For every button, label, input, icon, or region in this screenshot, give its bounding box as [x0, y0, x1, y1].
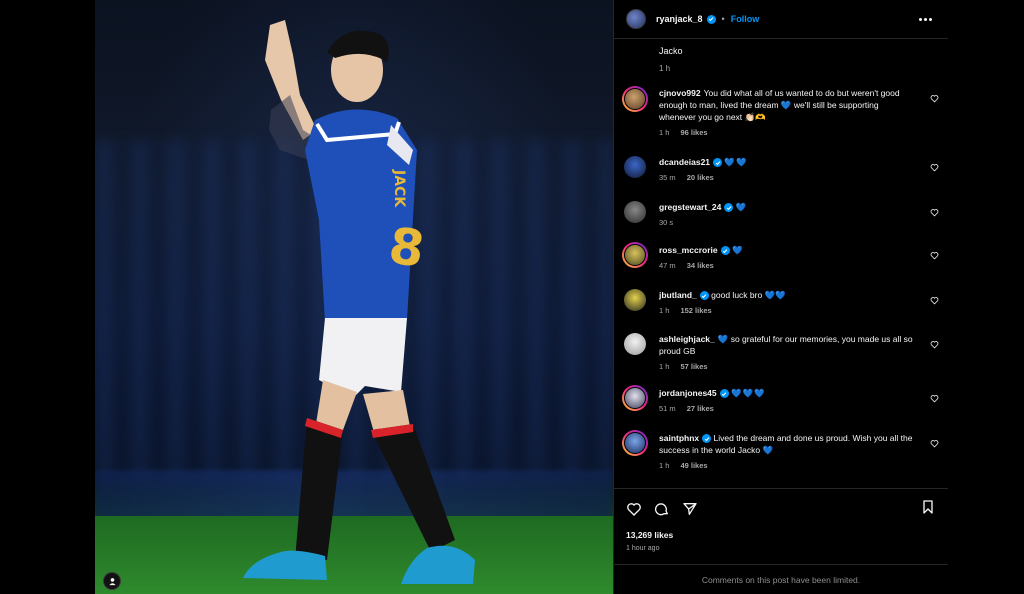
caption-time: 1 h: [659, 64, 671, 73]
heart-icon[interactable]: [930, 163, 939, 172]
post-caption: Jacko 1 h: [659, 46, 683, 73]
post-timestamp: 1 hour ago: [626, 545, 660, 552]
verified-badge-icon: [713, 158, 723, 168]
commenter-avatar[interactable]: [622, 242, 648, 268]
heart-icon[interactable]: [930, 439, 939, 448]
jersey-number: 8: [385, 216, 428, 278]
comment-likes[interactable]: 20 likes: [687, 172, 714, 184]
comment-time[interactable]: 1 h: [659, 460, 669, 472]
comment-text: good luck bro 💙💙: [711, 290, 786, 300]
commenter-username[interactable]: ashleighjack_: [659, 334, 715, 344]
verified-badge-icon: [720, 246, 730, 256]
comment-likes[interactable]: 152 likes: [680, 305, 711, 317]
separator-dot: •: [721, 14, 725, 24]
player-figure: 8 JACK: [243, 20, 475, 584]
heart-icon[interactable]: [930, 394, 939, 403]
heart-icon[interactable]: [930, 251, 939, 260]
post-actions: 13,269 likes 1 hour ago: [614, 488, 948, 564]
commenter-username[interactable]: dcandeias21: [659, 157, 710, 167]
comment-likes[interactable]: 27 likes: [687, 403, 714, 415]
commenter-username[interactable]: jordanjones45: [659, 388, 717, 398]
share-icon[interactable]: [682, 501, 698, 517]
comments-limited-notice: Comments on this post have been limited.: [614, 564, 948, 594]
commenter-avatar[interactable]: [624, 289, 646, 311]
verified-badge-icon: [724, 203, 734, 213]
author-avatar[interactable]: [626, 9, 646, 29]
comment-text: 💙: [731, 245, 744, 255]
user-tag-icon[interactable]: [103, 572, 121, 590]
commenter-avatar[interactable]: [624, 156, 646, 178]
commenter-avatar[interactable]: [624, 201, 646, 223]
heart-icon[interactable]: [930, 340, 939, 349]
more-options-icon[interactable]: [915, 14, 936, 25]
comment-icon[interactable]: [654, 501, 670, 517]
heart-icon[interactable]: [930, 94, 939, 103]
comments-list[interactable]: Jacko 1 h cjnovo992 You did what all of u…: [614, 40, 948, 488]
comment-likes[interactable]: 57 likes: [680, 361, 707, 373]
total-likes[interactable]: 13,269 likes: [626, 530, 673, 540]
commenter-username[interactable]: cjnovo992: [659, 88, 701, 98]
heart-icon[interactable]: [626, 501, 642, 517]
commenter-username[interactable]: gregstewart_24: [659, 202, 721, 212]
verified-badge-icon: [719, 389, 729, 399]
author-username[interactable]: ryanjack_8: [656, 14, 703, 24]
jersey-name: JACK: [391, 169, 407, 208]
post-photo[interactable]: 8 JACK: [95, 0, 613, 594]
comment-time[interactable]: 1 h: [659, 361, 669, 373]
comment-time[interactable]: 47 m: [659, 260, 676, 272]
verified-badge-icon: [699, 291, 709, 301]
post-header: ryanjack_8 • Follow: [614, 0, 948, 39]
commenter-username[interactable]: jbutland_: [659, 290, 697, 300]
commenter-avatar[interactable]: [622, 86, 648, 112]
caption-text: Jacko: [659, 46, 683, 56]
commenter-username[interactable]: ross_mccrorie: [659, 245, 718, 255]
comment-text: 💙💙💙: [731, 388, 766, 398]
comment-likes[interactable]: 34 likes: [687, 260, 714, 272]
comment-text: 💙: [735, 202, 748, 212]
comment-likes[interactable]: 49 likes: [680, 460, 707, 472]
comment-time[interactable]: 51 m: [659, 403, 676, 415]
commenter-avatar[interactable]: [622, 385, 648, 411]
comment-time[interactable]: 30 s: [659, 217, 673, 229]
bookmark-icon[interactable]: [920, 499, 936, 515]
verified-badge-icon: [706, 14, 716, 24]
post-sidebar: ryanjack_8 • Follow Jacko 1 h cjnovo992 Y…: [613, 0, 948, 594]
heart-icon[interactable]: [930, 208, 939, 217]
comment-time[interactable]: 1 h: [659, 305, 669, 317]
heart-icon[interactable]: [930, 296, 939, 305]
comment-time[interactable]: 1 h: [659, 127, 669, 139]
comment-time[interactable]: 35 m: [659, 172, 676, 184]
comment-likes[interactable]: 96 likes: [680, 127, 707, 139]
commenter-username[interactable]: saintphnx: [659, 433, 699, 443]
follow-button[interactable]: Follow: [731, 14, 760, 24]
commenter-avatar[interactable]: [622, 430, 648, 456]
verified-badge-icon: [702, 434, 712, 444]
commenter-avatar[interactable]: [624, 333, 646, 355]
comment-text: 💙💙: [724, 157, 748, 167]
